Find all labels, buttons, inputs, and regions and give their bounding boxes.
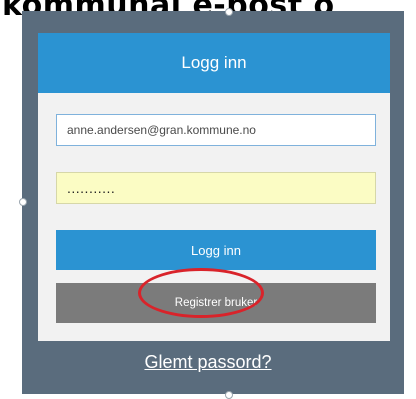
- login-panel: Logg inn anne.andersen@gran.kommune.no .…: [38, 33, 390, 341]
- password-field[interactable]: ...........: [56, 172, 376, 204]
- email-field[interactable]: anne.andersen@gran.kommune.no: [56, 114, 376, 146]
- resize-handle-top[interactable]: [225, 8, 233, 16]
- login-panel-title: Logg inn: [181, 53, 247, 72]
- forgot-password-link[interactable]: Glemt passord?: [0, 352, 416, 373]
- login-button[interactable]: Logg inn: [56, 230, 376, 270]
- login-panel-header: Logg inn: [38, 33, 390, 93]
- password-mask: ...........: [67, 180, 116, 196]
- register-user-button[interactable]: Registrer bruker: [56, 283, 376, 323]
- email-value: anne.andersen@gran.kommune.no: [67, 123, 256, 137]
- login-button-label: Logg inn: [191, 242, 241, 258]
- register-button-label: Registrer bruker: [174, 297, 258, 309]
- resize-handle-left[interactable]: [19, 198, 27, 206]
